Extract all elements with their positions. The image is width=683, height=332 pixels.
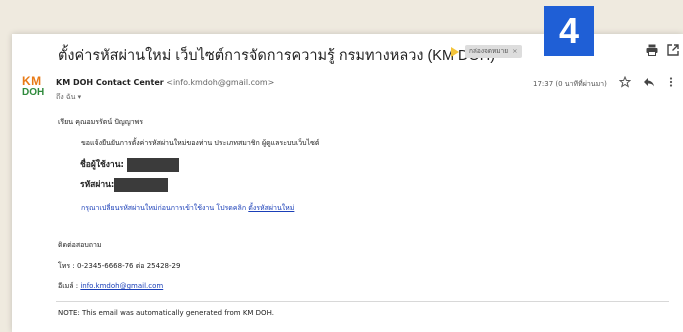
- reply-icon[interactable]: [643, 76, 655, 88]
- contact-phone: โทร : 0-2345-6668-76 ต่อ 25428-29: [58, 262, 181, 270]
- password-label: รหัสผ่าน:: [80, 180, 115, 190]
- auto-generated-note: NOTE: This email was automatically gener…: [58, 309, 274, 317]
- change-password-prompt: กรุณาเปลี่ยนรหัสผ่านใหม่ก่อนการเข้าใช้งา…: [81, 204, 247, 212]
- more-vertical-icon[interactable]: [665, 76, 677, 88]
- username-row: ชื่อผู้ใช้งาน:: [80, 157, 179, 172]
- step-badge: 4: [544, 6, 594, 56]
- logo-doh-text: DOH: [22, 87, 45, 98]
- label-chip-text: กล่องจดหมาย: [469, 47, 509, 55]
- password-row: รหัสผ่าน:: [80, 177, 169, 192]
- intro-text: ขอแจ้งยืนยันการตั้งค่ารหัสผ่านใหม่ของท่า…: [81, 139, 320, 147]
- recipient-details-toggle[interactable]: ถึง ฉัน ▾: [56, 92, 81, 103]
- change-password-link[interactable]: ตั้งรหัสผ่านใหม่: [248, 204, 294, 212]
- sender-email: <info.kmdoh@gmail.com>: [166, 78, 275, 87]
- email-subject: ตั้งค่ารหัสผ่านใหม่ เว็บไซต์การจัดการควา…: [58, 48, 496, 64]
- contact-heading: ติดต่อสอบถาม: [58, 241, 102, 249]
- sender-line: KM DOH Contact Center <info.kmdoh@gmail.…: [56, 78, 274, 87]
- change-password-row: กรุณาเปลี่ยนรหัสผ่านใหม่ก่อนการเข้าใช้งา…: [81, 203, 294, 214]
- contact-email-link[interactable]: info.kmdoh@gmail.com: [80, 282, 163, 290]
- print-icon[interactable]: [645, 43, 659, 57]
- sender-name: KM DOH Contact Center: [56, 78, 164, 87]
- logo-km-text: KM: [22, 74, 42, 88]
- star-icon[interactable]: [619, 76, 631, 88]
- username-label: ชื่อผู้ใช้งาน:: [80, 160, 124, 170]
- footer-divider: [56, 301, 669, 302]
- label-remove-icon[interactable]: ×: [512, 47, 517, 55]
- open-in-new-window-icon[interactable]: [666, 43, 680, 57]
- password-redacted: [114, 177, 169, 192]
- inbox-label-chip[interactable]: กล่องจดหมาย ×: [465, 45, 522, 58]
- email-timestamp: 17:37 (0 นาทีที่ผ่านมา): [533, 80, 607, 88]
- importance-marker-icon[interactable]: [451, 47, 459, 57]
- contact-email-row: อีเมล์ : info.kmdoh@gmail.com: [58, 281, 163, 292]
- username-redacted: [126, 157, 179, 172]
- contact-email-label: อีเมล์ :: [58, 282, 79, 290]
- greeting-text: เรียน คุณอมรรัตน์ ปัญญาพร: [58, 118, 144, 126]
- sender-avatar-logo: KM DOH: [22, 74, 46, 98]
